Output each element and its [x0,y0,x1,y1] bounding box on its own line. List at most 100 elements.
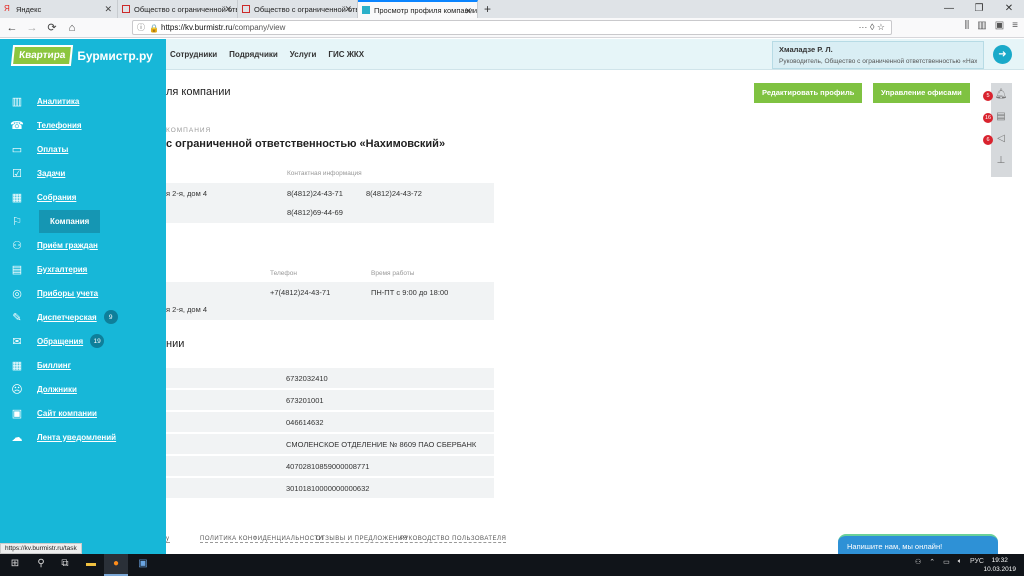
reload-icon[interactable]: ⟳ [44,21,60,34]
sidebar-item-label: Диспетчерская [37,312,97,322]
taskbar: ⊞ ⚲ ⧉ ▬ ● ▣ ⚇ ⌃ ▭ 🔈︎ РУС 19:32 10.03.201… [0,554,1024,576]
tab-company-2[interactable]: Общество с ограниченной ответственностью… [238,0,358,18]
sidebar-item[interactable]: ☹ Должники [0,377,166,401]
lock-icon: 🔒 [149,24,159,33]
tab-company-1[interactable]: Общество с ограниченной ответственностью… [118,0,238,18]
topnav-employees[interactable]: Сотрудники [170,50,217,59]
browser-nav-bar: ← → ⟳ ⌂ ⓘ 🔒 https://kv.burmistr.ru/compa… [0,18,1024,38]
sidebar-item[interactable]: ☎ Телефония [0,113,166,137]
pocket-icon[interactable]: ◊ [870,22,874,32]
company-name: с ограниченной ответственностью «Нахимов… [166,138,446,150]
new-tab-button[interactable]: + [478,0,497,18]
back-icon[interactable]: ← [4,22,20,34]
topnav-contractors[interactable]: Подрядчики [229,50,278,59]
requisites-title: нии [166,338,185,350]
close-icon[interactable]: ✕ [104,4,112,15]
sidebar-item[interactable]: ☁ Лента уведомлений [0,425,166,449]
footer-guide-link[interactable]: РУКОВОДСТВО ПОЛЬЗОВАТЕЛЯ [400,536,507,543]
home-icon[interactable]: ⌂ [64,22,80,34]
sidebar-toggle-icon[interactable]: ▥ [977,20,986,31]
close-icon[interactable]: ✕ [344,4,352,15]
maximize-icon[interactable]: ❐ [964,0,994,18]
sidebar-item-label: Собрания [37,192,77,202]
app-root: Сотрудники Подрядчики Услуги ГИС ЖКХ Хма… [0,39,1024,554]
sidebar-item[interactable]: ▦ Собрания [0,185,166,209]
bookmark-star-icon[interactable]: ☆ [877,22,885,32]
sidebar-item-label: Телефония [37,120,82,130]
top-nav-links: Сотрудники Подрядчики Услуги ГИС ЖКХ [170,50,364,59]
user-box[interactable]: Хмаладзе Р. Л. Руководитель, Общество с … [772,41,984,69]
people-icon[interactable]: ⚇ [915,558,921,566]
sidebar-item[interactable]: ▥ Аналитика [0,89,166,113]
sidebar-item[interactable]: ▦ Биллинг [0,353,166,377]
language-indicator[interactable]: РУС [970,558,984,566]
dispatch-icon: ✎ [12,311,22,324]
edit-profile-button[interactable]: Редактировать профиль [754,83,863,103]
bell-icon[interactable]: 🔔︎ [994,89,1008,103]
clock-time: 19:32 [991,557,1008,564]
burmistr-favicon-icon [122,5,130,13]
tab-title: Общество с ограниченной ответственностью [134,4,237,14]
sidebar-item[interactable]: ✎ Диспетчерская 9 [0,305,166,329]
sidebar-item[interactable]: ▤ Бухгалтерия [0,257,166,281]
tray-chevron-icon[interactable]: ⌃ [929,558,935,566]
office-address: я 2-я, дом 4 [166,305,208,314]
tab-title: Яндекс [16,4,42,14]
close-window-icon[interactable]: ✕ [994,0,1024,18]
search-icon[interactable]: ⚲ [34,558,48,572]
logout-icon[interactable]: ➜ [993,45,1012,64]
extension-icon[interactable]: ▣ [995,20,1004,31]
forward-icon[interactable]: → [24,22,40,34]
sidebar-item[interactable]: ☑ Задачи [0,161,166,185]
page-actions-icon[interactable]: ··· [858,22,867,32]
close-icon[interactable]: ✕ [464,6,472,17]
tab-profile-active[interactable]: Просмотр профиля компании ✕ [358,0,478,18]
app-window-icon[interactable]: ▣ [136,558,150,572]
clipboard-icon[interactable]: ▤ [994,111,1008,125]
info-icon[interactable]: ⓘ [137,21,145,34]
notifications-badge: 5 [983,91,993,101]
requests-icon: ✉ [12,335,22,348]
sidebar-item[interactable]: ▭ Оплаты [0,137,166,161]
sidebar-item[interactable]: ◎ Приборы учета [0,281,166,305]
sidebar-item-label: Должники [37,384,77,394]
megaphone-icon[interactable]: ◁ [994,133,1008,147]
minimize-icon[interactable]: — [934,0,964,18]
topnav-gis[interactable]: ГИС ЖКХ [328,50,364,59]
footer-privacy-link[interactable]: ПОЛИТИКА КОНФИДЕНЦИАЛЬНОСТИ [200,536,324,543]
library-icon[interactable]: ⫼ [965,20,970,31]
close-icon[interactable]: ✕ [224,4,232,15]
sidebar-item[interactable]: ⚇ Приём граждан [0,233,166,257]
clock[interactable]: 19:32 10.03.2019 [983,556,1016,574]
feed-icon: ☁ [11,431,23,444]
sidebar-item[interactable]: ⚐ Компания [0,209,166,233]
logo[interactable]: Квартира Бурмистр.ру [10,45,153,66]
chat-widget[interactable]: Напишите нам, мы онлайн! [838,534,998,554]
sidebar: Квартира Бурмистр.ру ▥ Аналитика ☎ Телефони… [0,39,166,554]
requisite-kpp: 673201001 [286,396,324,405]
site-icon: ▣ [11,407,23,420]
reception-desk-icon[interactable]: ⊥ [994,155,1008,169]
volume-icon[interactable]: 🔈︎ [958,558,962,566]
manage-offices-button[interactable]: Управление офисами [873,83,970,103]
analytics-icon: ▥ [11,95,23,108]
file-explorer-icon[interactable]: ▬ [84,558,98,572]
task-view-icon[interactable]: ⧉ [58,558,72,572]
requisite-bank: СМОЛЕНСКОЕ ОТДЕЛЕНИЕ № 8609 ПАО СБЕРБАНК [286,440,477,449]
phone-2: 8(4812)24-43-72 [366,189,422,198]
sidebar-item-label: Компания [39,209,101,233]
tab-yandex[interactable]: Я Яндекс ✕ [0,0,118,18]
firefox-taskbar-app[interactable]: ● [104,554,128,576]
url-bar[interactable]: ⓘ 🔒 https://kv.burmistr.ru/company/view … [132,20,892,35]
network-icon[interactable]: ▭ [943,558,950,566]
right-quick-panel: 🔔︎ 5 ▤ 16 ◁ 6 ⊥ [983,83,1012,177]
requisite-corr-account: 30101810000000000632 [286,484,370,493]
sidebar-item[interactable]: ✉ Обращения 19 [0,329,166,353]
footer-link-stub[interactable]: у [166,536,170,543]
topnav-services[interactable]: Услуги [290,50,317,59]
sidebar-item[interactable]: ▣ Сайт компании [0,401,166,425]
profile-favicon-icon [362,6,370,14]
footer-feedback-link[interactable]: ОТЗЫВЫ И ПРЕДЛОЖЕНИЯ [316,536,408,543]
menu-icon[interactable]: ≡ [1012,20,1018,31]
windows-start-icon[interactable]: ⊞ [8,558,22,572]
